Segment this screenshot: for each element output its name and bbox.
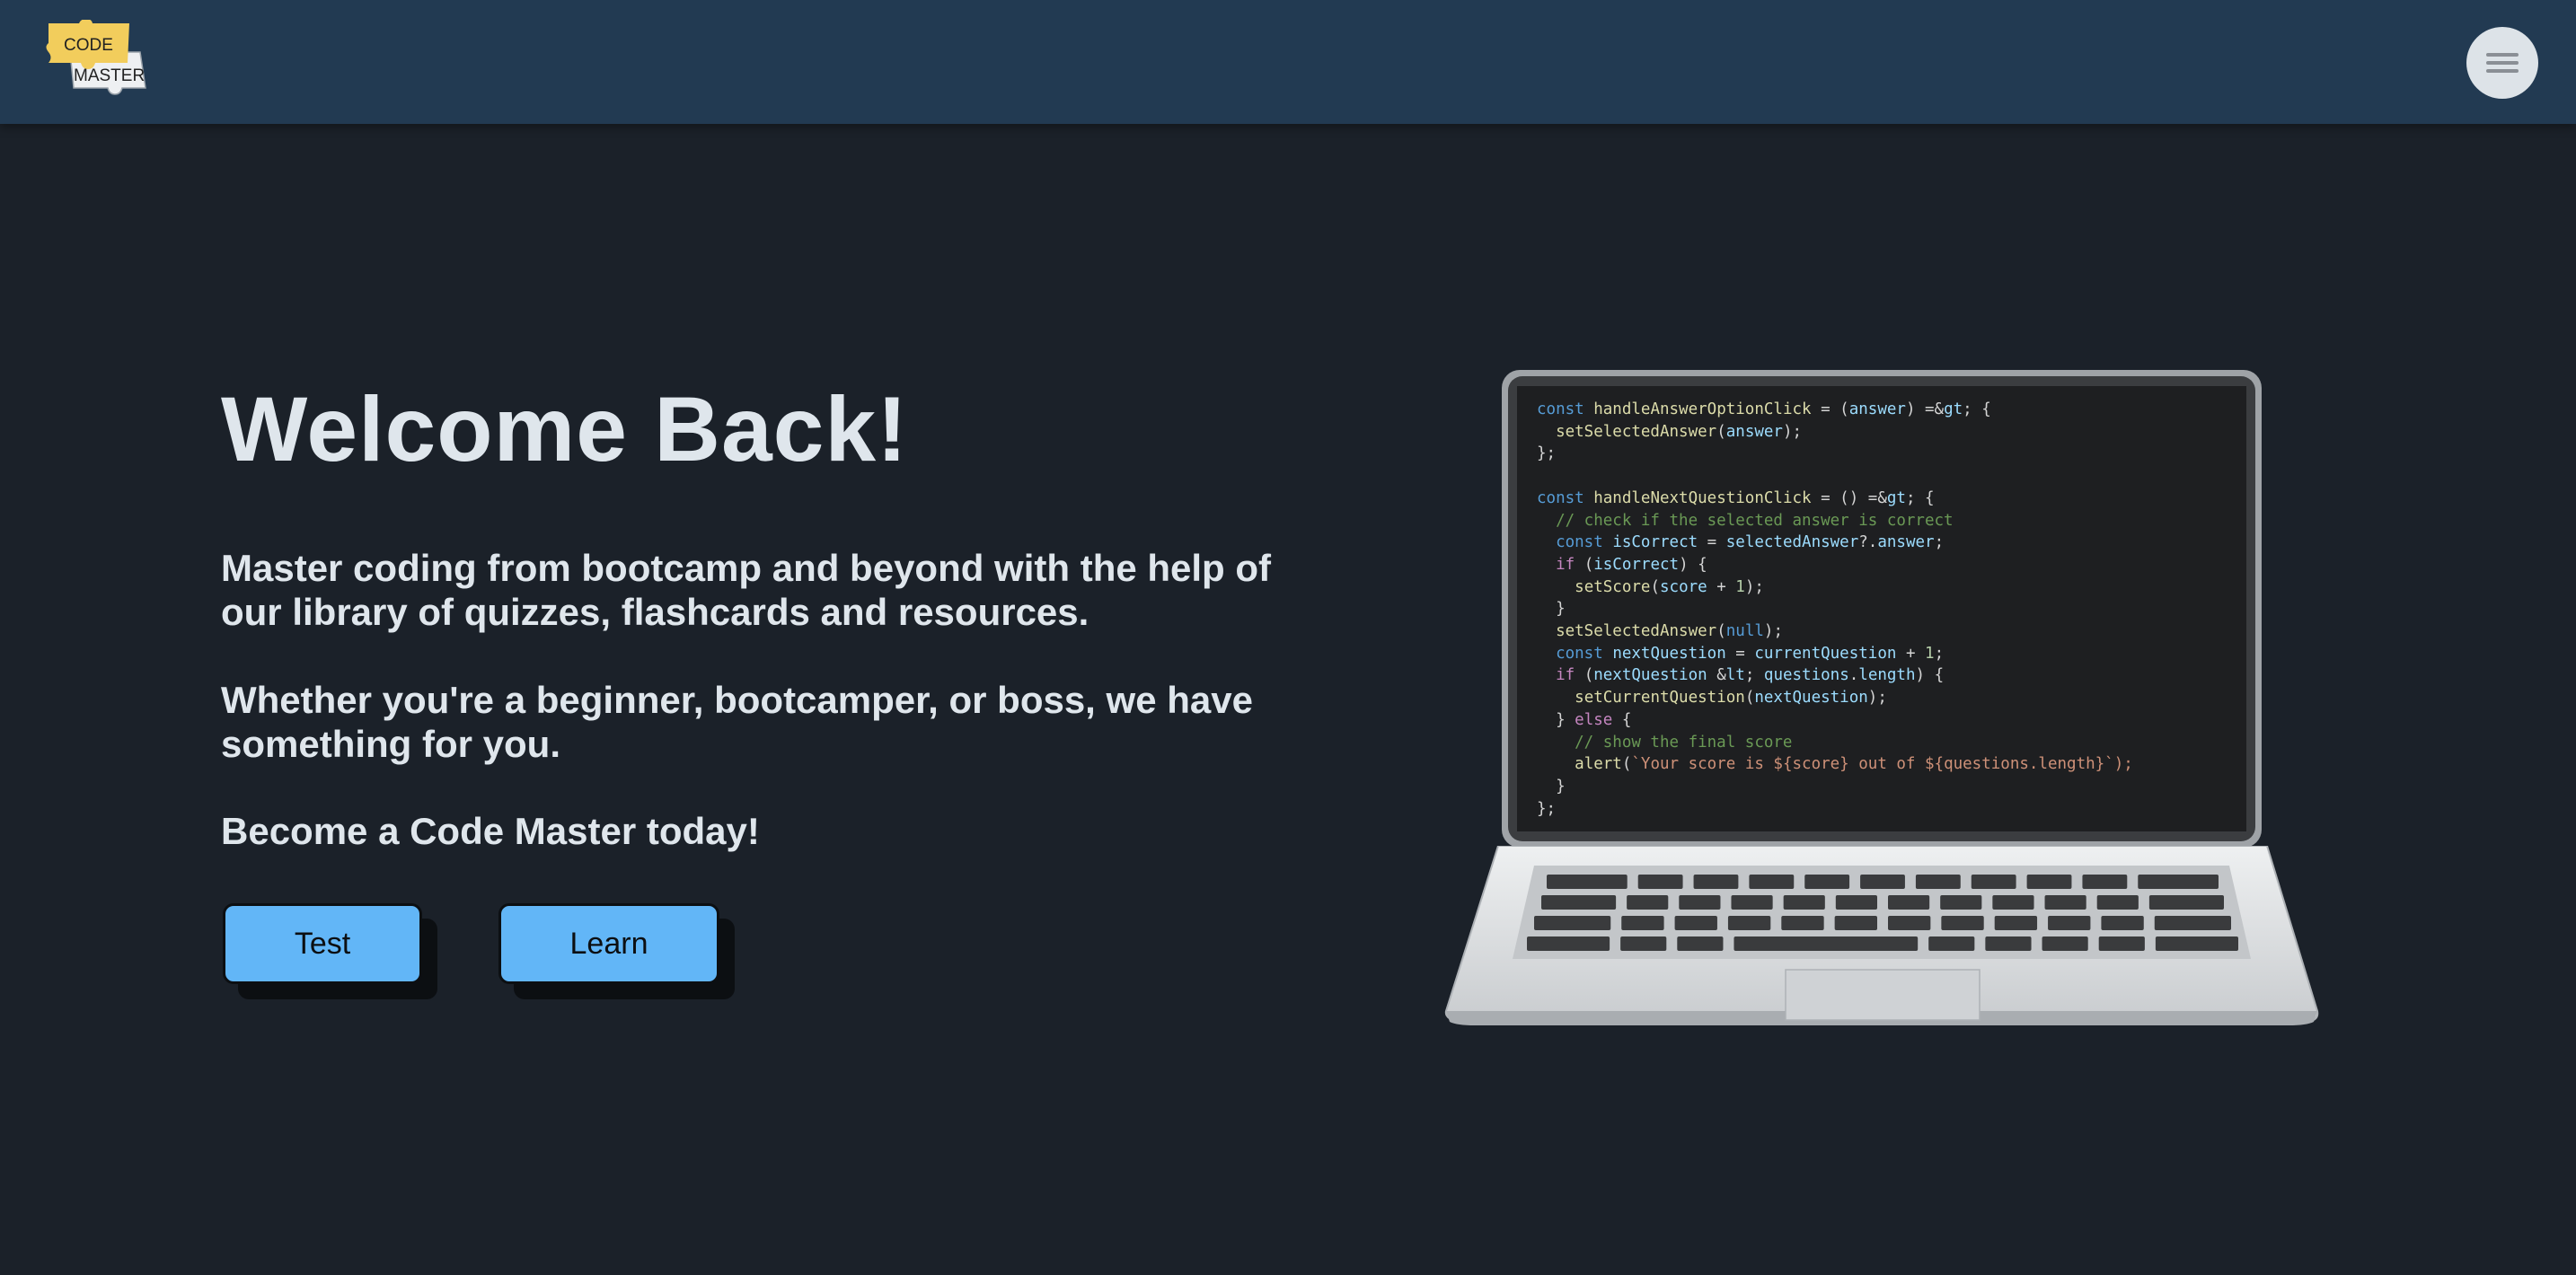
laptop-illustration: const handleAnswerOptionClick = (answer)…: [1437, 364, 2326, 1060]
keyboard-key: [1888, 895, 1930, 910]
keyboard-key: [1627, 895, 1669, 910]
keyboard-key: [1527, 936, 1610, 951]
hamburger-icon-bar-3: [2486, 69, 2519, 73]
keyboard-key: [2098, 936, 2145, 951]
cta-paragraph: Become a Code Master today!: [221, 810, 760, 852]
keyboard-key: [2026, 875, 2072, 889]
code-snippet: const handleAnswerOptionClick = (answer)…: [1537, 400, 2133, 818]
keyboard-key: [1928, 936, 1975, 951]
keyboard-key: [1971, 875, 2016, 889]
keyboard-key: [1693, 875, 1739, 889]
hamburger-icon: [2486, 53, 2519, 57]
logo-text-master: MASTER: [74, 66, 145, 85]
keyboard-key: [1621, 916, 1664, 930]
keyboard-key: [1677, 936, 1724, 951]
keyboard-key: [1781, 916, 1824, 930]
keyboard-key: [1734, 936, 1919, 951]
keyboard-key: [1992, 895, 2034, 910]
keyboard-key: [2042, 936, 2088, 951]
keyboard-key: [1749, 875, 1795, 889]
keyboard-key: [1834, 916, 1877, 930]
laptop-base: [1444, 846, 2319, 1025]
keyboard-key: [2101, 916, 2144, 930]
audience-paragraph: Whether you're a beginner, bootcamper, o…: [221, 679, 1253, 765]
intro-paragraph: Master coding from bootcamp and beyond w…: [221, 547, 1272, 633]
keyboard-key: [2138, 875, 2219, 889]
keyboard-key: [1534, 916, 1611, 930]
hamburger-icon-bar-2: [2486, 61, 2519, 65]
keyboard-key: [1941, 916, 1984, 930]
keyboard-key: [2048, 916, 2091, 930]
learn-button[interactable]: Learn: [498, 903, 719, 984]
keyboard-key: [2044, 895, 2086, 910]
menu-button[interactable]: [2466, 27, 2538, 99]
keyboard-key: [1541, 895, 1617, 910]
keyboard-key: [1860, 875, 1905, 889]
keyboard-key: [2155, 936, 2238, 951]
keyboard-key: [1783, 895, 1825, 910]
keyboard-key: [1674, 916, 1717, 930]
logo-text-code: CODE: [64, 36, 113, 55]
keyboard-key: [2148, 895, 2224, 910]
top-nav-bar: CODE MASTER: [0, 0, 2576, 124]
keyboard-key: [1835, 895, 1877, 910]
keyboard-key: [1804, 875, 1850, 889]
keyboard-key: [1985, 936, 2032, 951]
keyboard-key: [1888, 916, 1931, 930]
code-master-logo[interactable]: CODE MASTER: [45, 20, 149, 106]
keyboard-key: [2154, 916, 2231, 930]
keyboard-key: [2082, 875, 2128, 889]
keyboard-key: [1731, 895, 1773, 910]
laptop-screen: const handleAnswerOptionClick = (answer)…: [1517, 386, 2246, 831]
keyboard-key: [1637, 875, 1683, 889]
keyboard-key: [1994, 916, 2038, 930]
keyboard-key: [1940, 895, 1982, 910]
page-title: Welcome Back!: [221, 378, 909, 480]
test-button[interactable]: Test: [223, 903, 422, 984]
keyboard-key: [1915, 875, 1961, 889]
keyboard-key: [1620, 936, 1667, 951]
keyboard-key: [1547, 875, 1628, 889]
keyboard-key: [1679, 895, 1721, 910]
keyboard-key: [1727, 916, 1771, 930]
trackpad: [1785, 969, 1981, 1021]
keyboard-key: [2096, 895, 2139, 910]
